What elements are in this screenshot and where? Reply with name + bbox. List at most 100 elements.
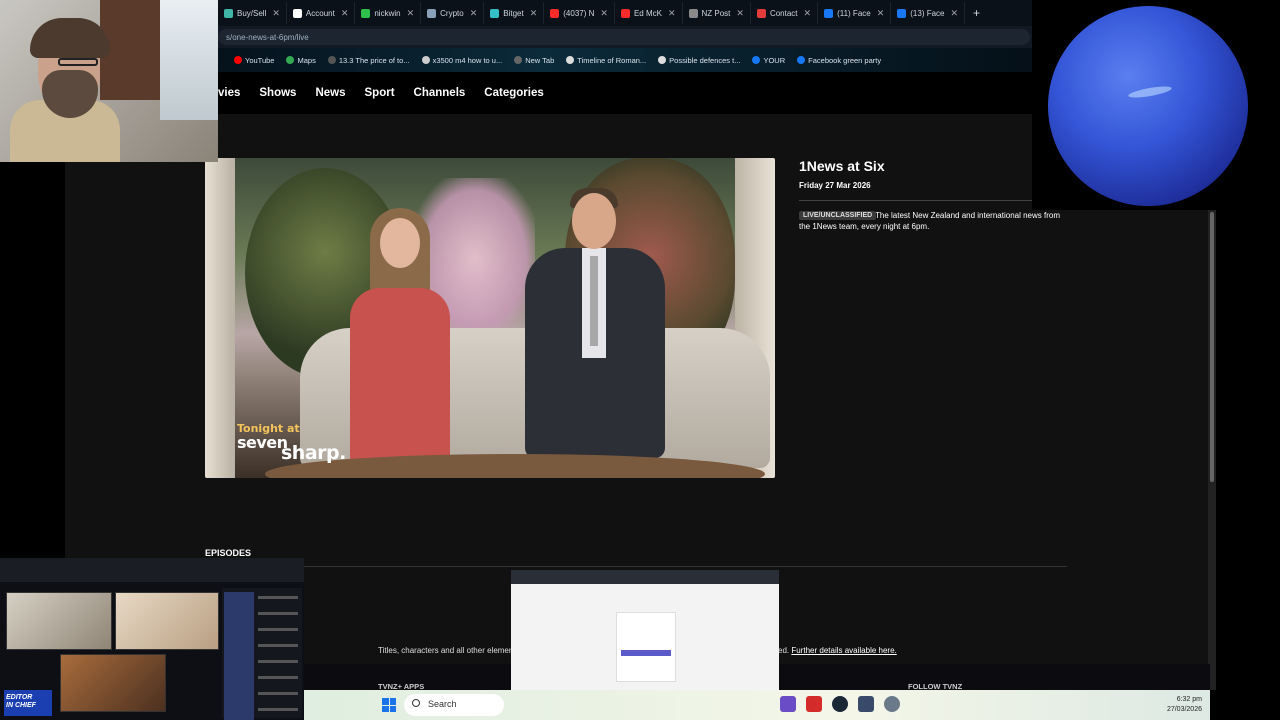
footer-copyright-text: Titles, characters and all other element xyxy=(378,646,516,655)
address-bar-container: s/one-news-at-6pm/live xyxy=(218,26,1032,48)
bookmark-favicon-icon xyxy=(566,56,575,64)
browser-tab[interactable]: Crypto ✕ xyxy=(421,2,485,24)
steam-icon[interactable] xyxy=(832,696,848,712)
tab-close-icon[interactable]: ✕ xyxy=(272,8,280,19)
tab-close-icon[interactable]: ✕ xyxy=(407,8,415,19)
bookmark-item[interactable]: Facebook green party xyxy=(797,56,881,65)
side-video-thumbnail xyxy=(224,640,254,656)
bookmark-item[interactable]: 13.3 The price of to... xyxy=(327,56,410,65)
side-video-thumbnail xyxy=(224,592,254,608)
screen-edge xyxy=(1210,690,1280,720)
browser-tab[interactable]: nickwin ✕ xyxy=(355,2,422,24)
tab-close-icon[interactable]: ✕ xyxy=(341,8,349,19)
mini-window-titlebar xyxy=(511,570,779,584)
bookmark-item[interactable]: Timeline of Roman... xyxy=(566,56,646,65)
page-scrollbar-thumb[interactable] xyxy=(1210,212,1214,482)
tab-close-icon[interactable]: ✕ xyxy=(951,8,959,19)
nav-item-vies[interactable]: vies xyxy=(218,87,240,99)
presenter-woman xyxy=(340,208,460,468)
browser-tab[interactable]: (11) Face ✕ xyxy=(818,2,892,24)
tab-favicon-icon xyxy=(756,8,766,18)
browser-tab[interactable]: NZ Post ✕ xyxy=(683,2,751,24)
bookmark-item[interactable]: YOUR xyxy=(752,56,785,65)
seven-sharp-logo-sharp: sharp. xyxy=(281,442,346,464)
neptune-planet-image xyxy=(1048,6,1248,206)
tab-favicon-icon xyxy=(292,8,302,18)
footer-details-link[interactable]: Further details available here. xyxy=(791,646,896,655)
bookmark-item[interactable]: New Tab xyxy=(514,56,554,65)
windows-taskbar: Search 6:32 pm 27/03/2026 xyxy=(304,690,1210,720)
taskbar-app-icon-2[interactable] xyxy=(806,696,822,712)
side-video-thumbnail xyxy=(224,672,254,688)
browser-tab[interactable]: Buy/Sell ✕ xyxy=(218,2,287,24)
tab-close-icon[interactable]: ✕ xyxy=(877,8,885,19)
gamepad-icon[interactable] xyxy=(858,696,874,712)
taskbar-search-label: Search xyxy=(428,699,457,709)
side-video-title-line xyxy=(258,708,298,711)
tab-close-icon[interactable]: ✕ xyxy=(600,8,608,19)
new-tab-icon[interactable]: + xyxy=(973,6,980,20)
tab-label: Account xyxy=(305,8,335,18)
bookmark-item[interactable]: YouTube xyxy=(234,56,274,65)
bookmark-item[interactable]: Possible defences t... xyxy=(658,56,740,65)
call-participant-1 xyxy=(6,592,112,650)
tab-close-icon[interactable]: ✕ xyxy=(530,8,538,19)
show-date: Friday 27 Mar 2026 xyxy=(799,181,871,190)
bookmark-favicon-icon xyxy=(421,56,430,64)
tab-close-icon[interactable]: ✕ xyxy=(668,8,676,19)
footer-copyright-text-tail: ed. xyxy=(778,646,790,655)
side-video-title-line xyxy=(258,612,298,615)
side-video-title-line xyxy=(258,660,298,663)
tab-label: Ed McK xyxy=(633,8,662,18)
bookmark-item[interactable]: Maps xyxy=(286,56,316,65)
mini-window-card xyxy=(616,612,676,682)
search-icon xyxy=(412,699,420,707)
site-nav: vies Shows News Sport Channels Categories xyxy=(218,72,1032,114)
nav-item-news[interactable]: News xyxy=(315,87,345,99)
windows-start-icon[interactable] xyxy=(382,698,396,712)
tab-favicon-icon xyxy=(361,8,371,18)
taskbar-app-icon-1[interactable] xyxy=(780,696,796,712)
bookmark-label: YouTube xyxy=(245,55,275,65)
browser-tab[interactable]: Ed McK ✕ xyxy=(615,2,683,24)
tab-favicon-icon xyxy=(427,8,437,18)
side-video-thumbnail xyxy=(224,608,254,624)
taskbar-search[interactable]: Search xyxy=(404,694,504,716)
nav-item-shows[interactable]: Shows xyxy=(259,87,296,99)
bookmarks-bar: YouTube Maps 13.3 The price of to... x3500 … xyxy=(218,48,1032,72)
call-side-video-list xyxy=(222,588,302,720)
tab-close-icon[interactable]: ✕ xyxy=(470,8,478,19)
side-video-thumbnail xyxy=(224,688,254,704)
browser-tab[interactable]: Account ✕ xyxy=(287,2,356,24)
tab-close-icon[interactable]: ✕ xyxy=(736,8,744,19)
tab-label: (11) Face xyxy=(837,8,871,18)
browser-tab[interactable]: (4037) N ✕ xyxy=(544,2,615,24)
address-bar[interactable]: s/one-news-at-6pm/live xyxy=(218,29,1030,45)
footer-copyright-text-end: ed. Further details available here. xyxy=(778,646,897,655)
browser-tab[interactable]: (13) Face ✕ xyxy=(891,2,966,24)
browser-tab-bar: Buy/Sell ✕ Account ✕ nickwin ✕ Crypto ✕ Bitget ✕(… xyxy=(218,0,1032,26)
tab-label: NZ Post xyxy=(701,8,731,18)
side-video-title-line xyxy=(258,692,298,695)
tab-close-icon[interactable]: ✕ xyxy=(804,8,812,19)
tab-favicon-icon xyxy=(824,8,834,18)
nav-item-sport[interactable]: Sport xyxy=(365,87,395,99)
webcam-overlay xyxy=(0,0,218,162)
tab-favicon-icon xyxy=(550,8,560,18)
bookmark-label: Timeline of Roman... xyxy=(577,55,647,65)
settings-gear-icon[interactable] xyxy=(884,696,900,712)
tab-label: (4037) N xyxy=(563,8,595,18)
taskbar-clock[interactable]: 6:32 pm 27/03/2026 xyxy=(1167,695,1202,715)
live-video-player[interactable]: Tonight at seven sharp. xyxy=(205,158,775,478)
nav-item-categories[interactable]: Categories xyxy=(484,87,543,99)
nav-item-channels[interactable]: Channels xyxy=(414,87,466,99)
tab-favicon-icon xyxy=(688,8,698,18)
side-video-thumbnail xyxy=(224,624,254,640)
bookmark-favicon-icon xyxy=(514,56,523,64)
browser-tab[interactable]: Contact ✕ xyxy=(751,2,819,24)
bookmark-label: Facebook green party xyxy=(808,55,882,65)
bookmark-item[interactable]: x3500 m4 how to u... xyxy=(421,55,503,65)
bookmark-label: x3500 m4 how to u... xyxy=(432,55,503,65)
browser-tab[interactable]: Bitget ✕ xyxy=(484,2,545,24)
side-video-thumbnail xyxy=(224,656,254,672)
